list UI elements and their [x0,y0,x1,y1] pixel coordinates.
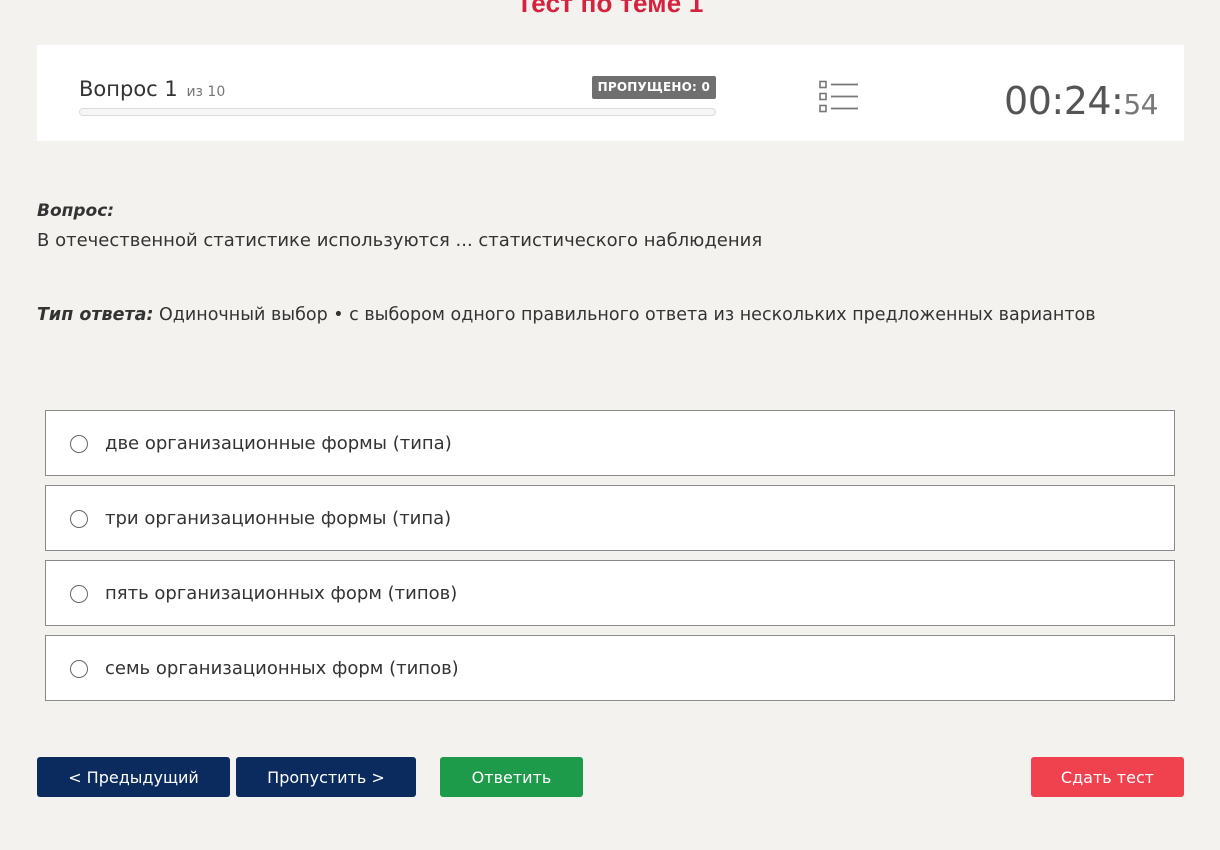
question-number: Вопрос 1 [79,77,178,101]
radio-button[interactable] [70,660,88,678]
skipped-badge: ПРОПУЩЕНО: 0 [591,76,716,99]
answer-option[interactable]: три организационные формы (типа) [45,485,1175,551]
answer-option-label: пять организационных форм (типов) [105,583,458,604]
skip-button[interactable]: Пропустить > [236,757,416,797]
question-heading: Вопрос: [37,201,115,221]
answer-option-label: три организационные формы (типа) [105,508,452,529]
progress-bar [79,108,716,116]
answer-option-label: семь организационных форм (типов) [105,658,459,679]
list-icon-graphic [819,80,858,113]
answer-button[interactable]: Ответить [440,757,583,797]
answer-option[interactable]: семь организационных форм (типов) [45,635,1175,701]
page-title: Тест по теме 1 [516,0,704,18]
question-progress: Вопрос 1 из 10 ПРОПУЩЕНО: 0 [79,75,716,120]
question-total: из 10 [186,84,226,100]
answer-type: Тип ответа: Одиночный выбор • с выбором … [37,305,1096,325]
radio-button[interactable] [70,510,88,528]
submit-test-button[interactable]: Сдать тест [1031,757,1184,797]
timer-main: 00:24: [1004,79,1124,123]
answer-type-value: Одиночный выбор • с выбором одного прави… [159,305,1096,325]
radio-button[interactable] [70,585,88,603]
header-panel: Вопрос 1 из 10 ПРОПУЩЕНО: 0 00:24:54 [37,45,1184,141]
answer-option-label: две организационные формы (типа) [105,433,452,454]
question-text: В отечественной статистике используются … [37,230,763,251]
answer-type-label: Тип ответа: [37,305,154,325]
answer-option[interactable]: пять организационных форм (типов) [45,560,1175,626]
timer: 00:24:54 [1004,79,1158,127]
answer-options: две организационные формы (типа) три орг… [45,410,1175,710]
previous-button[interactable]: < Предыдущий [37,757,230,797]
radio-button[interactable] [70,435,88,453]
question-counter: Вопрос 1 из 10 [79,75,225,106]
answer-option[interactable]: две организационные формы (типа) [45,410,1175,476]
timer-seconds: 54 [1123,88,1158,121]
list-icon[interactable] [819,80,859,114]
